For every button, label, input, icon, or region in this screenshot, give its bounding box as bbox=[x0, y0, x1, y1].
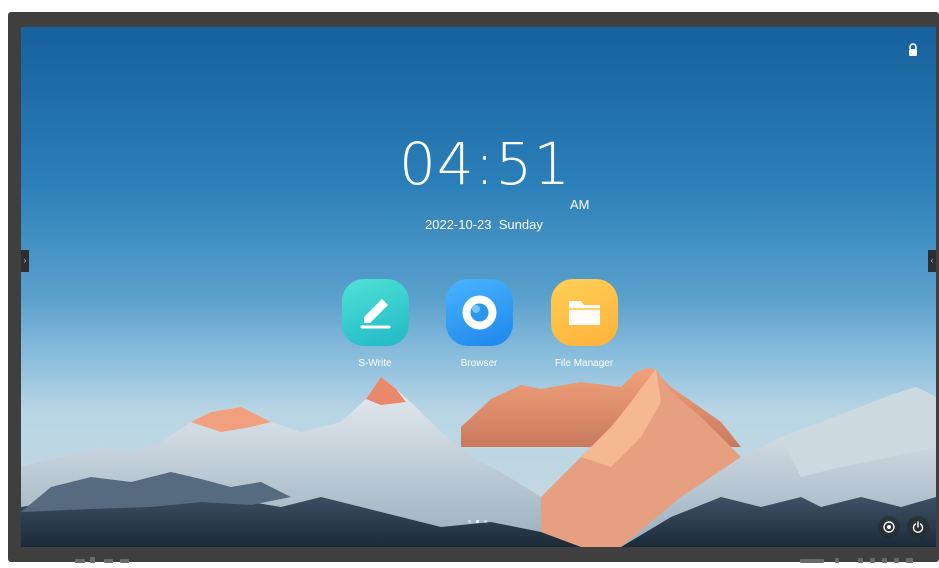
folder-icon bbox=[568, 301, 600, 325]
s-write-app-icon[interactable] bbox=[341, 279, 409, 346]
s-write-label: S-Write bbox=[358, 358, 392, 369]
file-manager-label: File Manager bbox=[554, 358, 614, 369]
browser-ring-icon bbox=[462, 295, 496, 330]
settings-button[interactable] bbox=[878, 516, 900, 538]
app-s-write[interactable]: S-Write bbox=[325, 279, 425, 369]
clock-date: 2022-10-23 Sunday bbox=[425, 217, 543, 232]
settings-icon bbox=[883, 521, 895, 533]
page-dot[interactable] bbox=[484, 520, 487, 523]
lock-icon[interactable] bbox=[908, 43, 918, 57]
left-edge-tab[interactable]: › bbox=[21, 250, 29, 272]
date-value: 2022-10-23 bbox=[425, 217, 492, 232]
volume-key bbox=[906, 558, 913, 563]
weekday-value: Sunday bbox=[498, 217, 543, 232]
source-key bbox=[870, 558, 875, 563]
usb-port bbox=[75, 559, 85, 563]
page-indicator bbox=[468, 520, 487, 523]
right-edge-tab[interactable]: ‹ bbox=[928, 250, 936, 272]
ir-sensor bbox=[800, 559, 824, 563]
hdmi-port bbox=[104, 559, 113, 563]
chevron-right-icon: › bbox=[23, 256, 27, 265]
chevron-left-icon: ‹ bbox=[930, 256, 934, 265]
app-browser[interactable]: Browser bbox=[429, 279, 529, 369]
page-dot-active[interactable] bbox=[476, 520, 479, 523]
volume-key bbox=[894, 558, 899, 563]
power-icon bbox=[912, 521, 924, 533]
home-screen: 04:51 AM 2022-10-23 Sunday S-Write Brows… bbox=[21, 27, 936, 547]
settings-key bbox=[882, 558, 887, 563]
file-manager-app-icon[interactable] bbox=[550, 279, 618, 346]
page-dot[interactable] bbox=[468, 520, 471, 523]
power-button[interactable] bbox=[907, 516, 929, 538]
app-file-manager[interactable]: File Manager bbox=[534, 279, 634, 369]
hdmi-port bbox=[120, 559, 129, 563]
browser-label: Browser bbox=[460, 358, 498, 369]
usb-port bbox=[90, 557, 95, 563]
pen-icon bbox=[360, 299, 390, 329]
clock-ampm: AM bbox=[570, 197, 590, 212]
browser-app-icon[interactable] bbox=[445, 279, 513, 346]
power-key bbox=[858, 558, 863, 563]
indicator-light bbox=[835, 558, 839, 563]
clock-time: 04:51 bbox=[399, 130, 572, 198]
